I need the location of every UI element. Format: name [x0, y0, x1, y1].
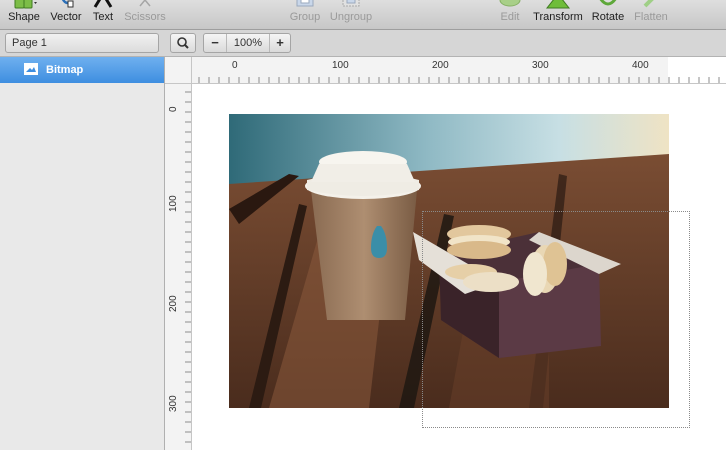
ruler-label-v-100: 100 — [168, 195, 179, 212]
zoom-out-button[interactable]: − — [205, 34, 225, 52]
scissors-label: Scissors — [124, 11, 166, 23]
vector-tool[interactable]: Vector — [47, 0, 85, 30]
coffee-macarons-photo — [229, 114, 669, 408]
pen-icon — [61, 0, 74, 8]
ruler-label-h-400: 400 — [632, 60, 649, 71]
options-bar: Page 1 − 100% + — [0, 30, 726, 57]
transform-button[interactable]: Transform — [530, 0, 586, 30]
group-label: Group — [289, 11, 321, 23]
ungroup-icon — [342, 0, 360, 7]
bitmap-image[interactable] — [229, 114, 669, 408]
shape-icon — [14, 0, 37, 9]
zoom-in-button[interactable]: + — [270, 34, 290, 52]
toolbar: Shape Vector Text Scissors Group Ungroup — [0, 0, 726, 30]
transform-icon — [545, 0, 571, 9]
rotate-icon — [599, 0, 617, 6]
vertical-ruler[interactable]: 0 100 200 300 — [165, 84, 192, 450]
edit-button[interactable]: Edit — [494, 0, 526, 30]
zoom-level: 100% — [226, 34, 270, 52]
scissors-icon — [139, 0, 151, 7]
ruler-label-v-200: 200 — [168, 295, 179, 312]
scissors-tool[interactable]: Scissors — [122, 0, 168, 30]
ungroup-label: Ungroup — [329, 11, 373, 23]
layers-sidebar: Bitmap — [0, 57, 165, 450]
horizontal-ruler[interactable]: 0 100 200 300 400 — [192, 57, 726, 84]
edit-icon — [499, 0, 521, 7]
transform-label: Transform — [533, 11, 583, 23]
vector-label: Vector — [50, 11, 82, 23]
ruler-corner — [165, 57, 192, 84]
zoom-search-button[interactable] — [170, 33, 196, 53]
ungroup-button[interactable]: Ungroup — [328, 0, 374, 30]
flatten-label: Flatten — [634, 11, 668, 23]
text-tool[interactable]: Text — [88, 0, 118, 30]
flatten-icon — [643, 0, 654, 8]
group-icon — [296, 0, 314, 7]
layer-item-bitmap[interactable]: Bitmap — [0, 57, 164, 83]
canvas[interactable] — [193, 85, 726, 450]
ruler-label-h-100: 100 — [332, 60, 349, 71]
ruler-label-h-300: 300 — [532, 60, 549, 71]
zoom-control: − 100% + — [203, 33, 291, 53]
text-label: Text — [92, 11, 114, 23]
edit-label: Edit — [500, 11, 520, 23]
ruler-label-v-300: 300 — [168, 395, 179, 412]
magnifier-icon — [177, 37, 189, 49]
ruler-label-h-200: 200 — [432, 60, 449, 71]
shape-label: Shape — [8, 11, 40, 23]
page-selector[interactable]: Page 1 — [5, 33, 159, 53]
flatten-button[interactable]: Flatten — [630, 0, 672, 30]
ruler-label-h-0: 0 — [232, 60, 238, 71]
rotate-button[interactable]: Rotate — [590, 0, 626, 30]
rotate-label: Rotate — [591, 11, 625, 23]
text-icon — [93, 0, 113, 8]
layer-label: Bitmap — [46, 64, 84, 76]
shape-tool[interactable]: Shape — [4, 0, 44, 30]
bitmap-icon — [24, 63, 38, 75]
group-button[interactable]: Group — [286, 0, 324, 30]
ruler-label-v-0: 0 — [168, 106, 179, 112]
